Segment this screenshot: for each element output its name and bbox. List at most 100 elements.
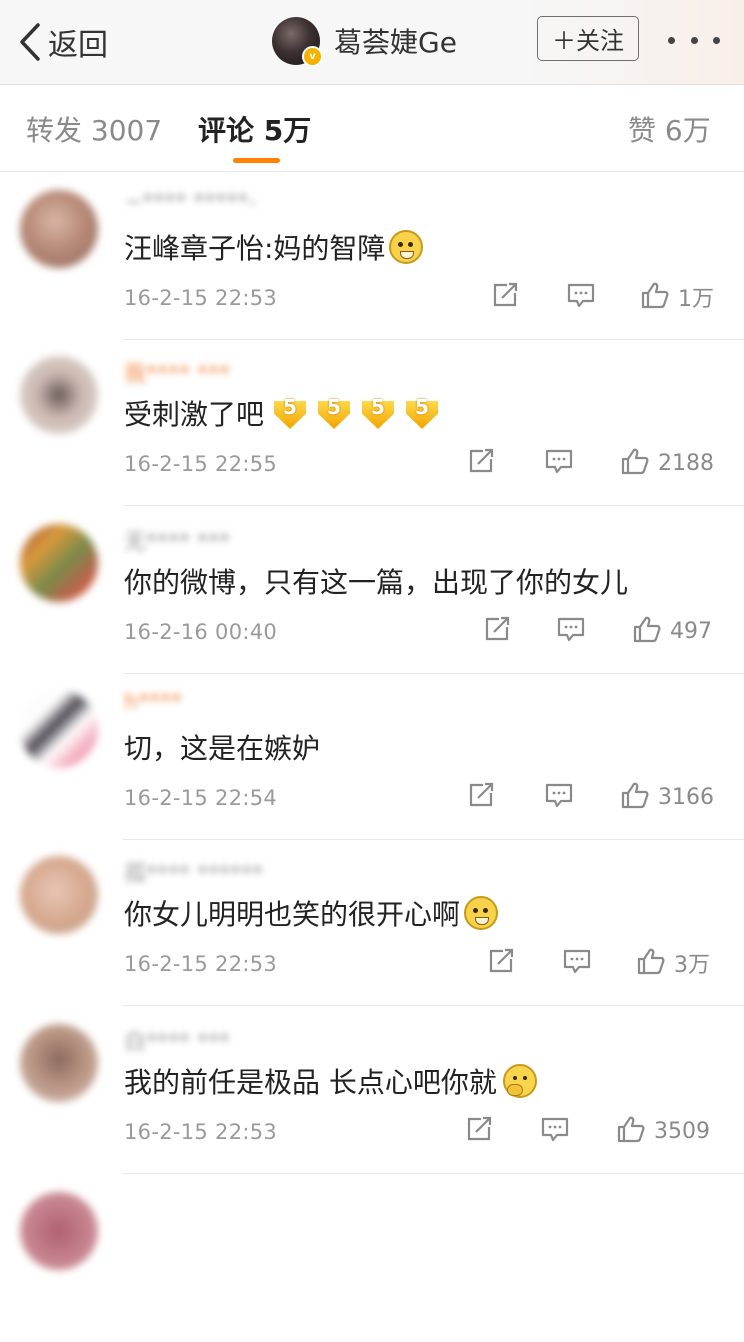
five-arrow-emoji-icon: 5 <box>404 395 440 431</box>
tab-like[interactable]: 赞 6万 <box>628 109 711 149</box>
author-avatar[interactable]: v <box>272 17 323 67</box>
comment-item[interactable]: ~**** *****- 汪峰章子怡:妈的智障 16-2-15 22:53 1万 <box>0 172 744 340</box>
reply-button[interactable] <box>556 614 586 648</box>
comment-bubble-icon <box>562 946 592 980</box>
doge-emoji-icon <box>464 896 499 930</box>
like-button[interactable]: 3166 <box>620 780 714 814</box>
like-count: 3166 <box>658 784 714 810</box>
commenter-avatar[interactable] <box>20 1192 98 1270</box>
like-count: 3万 <box>674 953 710 978</box>
commenter-name[interactable]: 白**** *** <box>124 1024 230 1056</box>
five-arrow-emoji-icon: 5 <box>272 395 308 431</box>
repost-button[interactable] <box>490 280 520 314</box>
five-arrow-emoji-icon: 5 <box>316 395 352 431</box>
commenter-name[interactable]: 孤**** ****** <box>124 856 263 888</box>
author-name[interactable]: 葛荟婕Ge <box>334 21 457 61</box>
back-label: 返回 <box>48 28 108 63</box>
comment-bubble-icon <box>540 1114 570 1148</box>
comment-bubble-icon <box>566 280 596 314</box>
verified-badge-icon: v <box>302 46 323 67</box>
repost-button[interactable] <box>482 614 512 648</box>
reply-button[interactable] <box>544 780 574 814</box>
comment-item[interactable]: 我**** *** 受刺激了吧 5 5 5 5 16-2-15 22:55 2188 <box>0 338 744 506</box>
repost-button[interactable] <box>464 1114 494 1148</box>
share-square-icon <box>486 946 516 980</box>
comment-text-content: 你女儿明明也笑的很开心啊 <box>124 898 461 931</box>
like-count: 497 <box>670 618 712 644</box>
top-nav-bar: 返回 v 葛荟婕Ge ＋关注 <box>0 0 744 85</box>
comment-item[interactable]: 无**** *** 你的微博，只有这一篇，出现了你的女儿 16-2-16 00:40… <box>0 506 744 674</box>
comment-text: 汪峰章子怡:妈的智障 <box>124 227 424 267</box>
like-button[interactable]: 497 <box>632 614 712 648</box>
commenter-avatar[interactable] <box>20 190 98 268</box>
comment-timestamp: 16-2-15 22:55 <box>124 452 278 476</box>
reply-button[interactable] <box>566 280 596 314</box>
commenter-avatar[interactable] <box>20 856 98 934</box>
share-square-icon <box>490 280 520 314</box>
comment-bubble-icon <box>556 614 586 648</box>
active-tab-indicator <box>233 158 280 163</box>
like-count: 2188 <box>658 450 714 476</box>
repost-button[interactable] <box>466 446 496 480</box>
comment-timestamp: 16-2-16 00:40 <box>124 620 278 644</box>
commenter-name[interactable]: h**** <box>124 690 182 715</box>
tab-repost[interactable]: 转发 3007 <box>26 109 162 149</box>
share-square-icon <box>466 446 496 480</box>
comment-text: 我的前任是极品 长点心吧你就 <box>124 1061 537 1101</box>
comment-text: 你的微博，只有这一篇，出现了你的女儿 <box>124 561 628 601</box>
commenter-avatar[interactable] <box>20 356 98 434</box>
repost-button[interactable] <box>486 946 516 980</box>
like-button[interactable]: 3万 <box>636 946 710 980</box>
comment-text: 切，这是在嫉妒 <box>124 727 320 767</box>
thumbs-up-icon <box>620 780 650 814</box>
reply-button[interactable] <box>540 1114 570 1148</box>
commenter-name[interactable]: ~**** *****- <box>124 190 256 215</box>
thumbs-up-icon <box>616 1114 646 1148</box>
commenter-name[interactable]: 无**** *** <box>124 524 230 556</box>
comment-timestamp: 16-2-15 22:53 <box>124 1120 278 1144</box>
repost-button[interactable] <box>466 780 496 814</box>
like-button[interactable]: 2188 <box>620 446 714 480</box>
comment-text-content: 我的前任是极品 长点心吧你就 <box>124 1066 497 1099</box>
follow-button[interactable]: ＋关注 <box>537 16 639 61</box>
comment-item[interactable]: 白**** *** 我的前任是极品 长点心吧你就 16-2-15 22:53 3509 <box>0 1006 744 1174</box>
comment-timestamp: 16-2-15 22:53 <box>124 952 278 976</box>
comment-text: 你女儿明明也笑的很开心啊 <box>124 893 499 933</box>
comment-text: 受刺激了吧 5 5 5 5 <box>124 393 440 433</box>
tab-comment[interactable]: 评论 5万 <box>198 109 311 149</box>
thumbs-up-icon <box>632 614 662 648</box>
reply-button[interactable] <box>562 946 592 980</box>
chevron-left-icon <box>20 23 40 61</box>
comment-bubble-icon <box>544 446 574 480</box>
comment-text-content: 汪峰章子怡:妈的智障 <box>124 232 386 265</box>
comment-item[interactable]: h**** 切，这是在嫉妒 16-2-15 22:54 3166 <box>0 672 744 840</box>
thinking-emoji-icon <box>502 1064 537 1098</box>
commenter-avatar[interactable] <box>20 690 98 768</box>
doge-emoji-icon <box>389 230 424 264</box>
five-arrow-emoji-icon: 5 <box>360 395 396 431</box>
reply-button[interactable] <box>544 446 574 480</box>
comment-text-content: 切，这是在嫉妒 <box>124 732 321 765</box>
tab-bar: 转发 3007 评论 5万 赞 6万 <box>0 85 744 172</box>
comment-timestamp: 16-2-15 22:53 <box>124 286 278 310</box>
author-header[interactable]: v 葛荟婕Ge <box>272 14 457 68</box>
commenter-name[interactable]: 我**** *** <box>124 356 230 388</box>
like-count: 1万 <box>678 287 714 312</box>
like-button[interactable]: 1万 <box>640 280 714 314</box>
comment-timestamp: 16-2-15 22:54 <box>124 786 278 810</box>
commenter-avatar[interactable] <box>20 1024 98 1102</box>
share-square-icon <box>482 614 512 648</box>
comment-item[interactable]: 孤**** ****** 你女儿明明也笑的很开心啊 16-2-15 22:53 3万 <box>0 838 744 1006</box>
share-square-icon <box>466 780 496 814</box>
commenter-avatar[interactable] <box>20 524 98 602</box>
like-button[interactable]: 3509 <box>616 1114 710 1148</box>
more-dots-icon[interactable] <box>668 24 720 56</box>
comment-bubble-icon <box>544 780 574 814</box>
like-count: 3509 <box>654 1118 710 1144</box>
thumbs-up-icon <box>640 280 670 314</box>
comment-text-content: 受刺激了吧 <box>124 398 265 431</box>
back-button[interactable]: 返回 <box>18 20 108 64</box>
share-square-icon <box>464 1114 494 1148</box>
thumbs-up-icon <box>636 946 666 980</box>
comment-item-partial[interactable] <box>0 1174 744 1342</box>
